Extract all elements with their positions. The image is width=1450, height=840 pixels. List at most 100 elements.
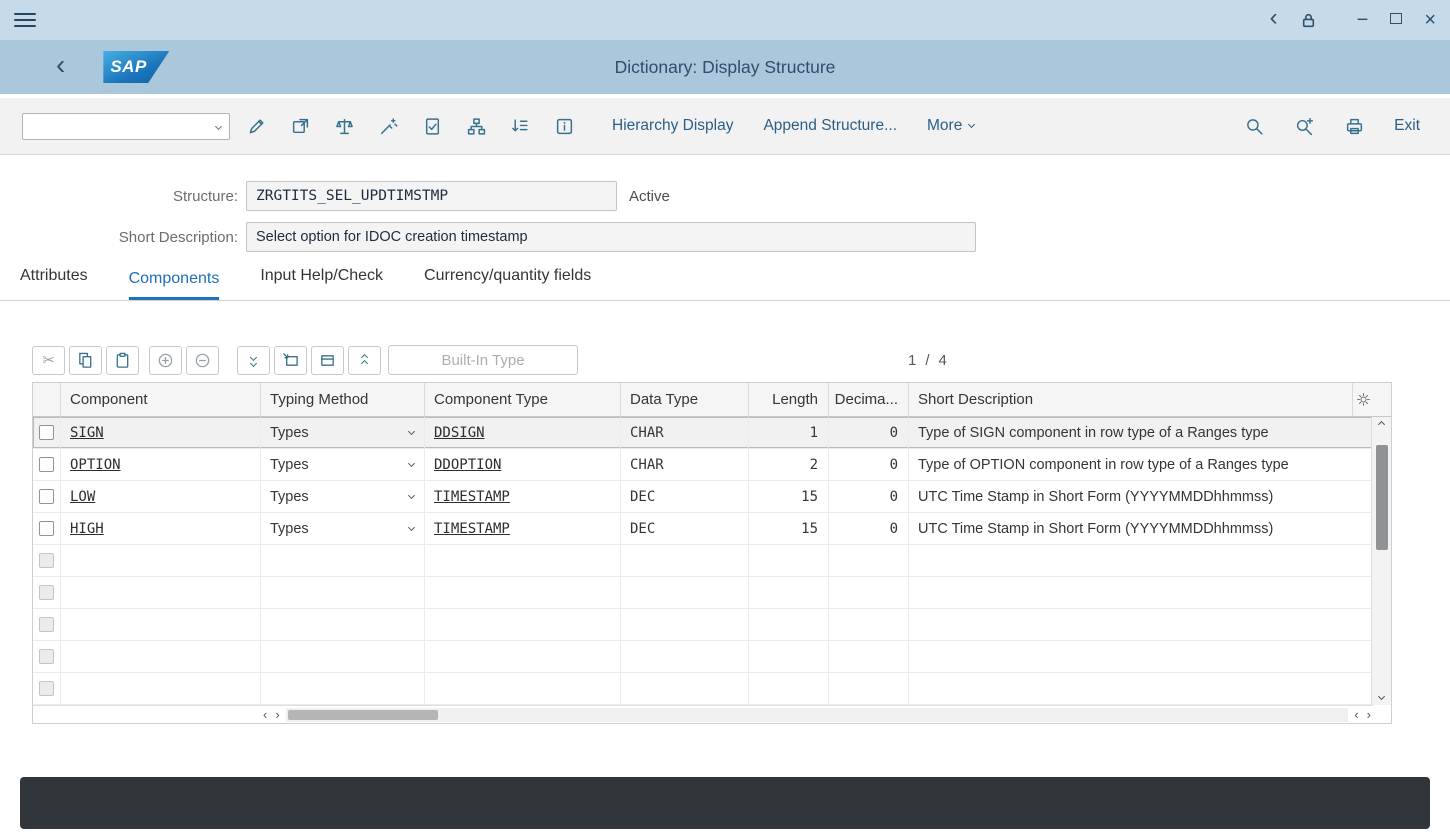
col-header-component-type[interactable]: Component Type	[425, 383, 621, 416]
paste-icon[interactable]	[106, 346, 139, 375]
maximize-icon[interactable]	[1390, 11, 1402, 29]
component-type-link[interactable]: DDOPTION	[434, 457, 501, 473]
cut-icon[interactable]: ✂	[32, 346, 65, 375]
component-link[interactable]: HIGH	[70, 521, 104, 537]
component-link[interactable]: OPTION	[70, 457, 121, 473]
short-description-cell: Type of SIGN component in row type of a …	[909, 417, 1373, 448]
scroll-up-icon[interactable]	[1378, 421, 1385, 428]
row-checkbox[interactable]	[39, 489, 54, 504]
data-type-cell: DEC	[621, 513, 749, 544]
activate-wand-icon[interactable]	[370, 110, 406, 142]
short-description-label: Short Description:	[20, 229, 238, 246]
col-header-component[interactable]: Component	[61, 383, 261, 416]
more-button[interactable]: More	[927, 117, 974, 135]
search-icon[interactable]	[1236, 110, 1272, 142]
scroll-down-icon[interactable]	[1378, 693, 1385, 700]
typing-method-select[interactable]: Types	[261, 449, 425, 480]
built-in-type-button[interactable]: Built-In Type	[388, 345, 578, 375]
row-checkbox[interactable]	[39, 521, 54, 536]
component-type-link[interactable]: TIMESTAMP	[434, 521, 510, 537]
row-checkbox[interactable]	[39, 457, 54, 472]
row-checkbox[interactable]	[39, 681, 54, 696]
typing-method-select[interactable]: Types	[261, 481, 425, 512]
col-header-typing-method[interactable]: Typing Method	[261, 383, 425, 416]
horizontal-scrollbar[interactable]: ‹ › ‹ ›	[33, 705, 1373, 723]
append-structure-button[interactable]: Append Structure...	[763, 117, 897, 135]
other-object-icon[interactable]	[282, 110, 318, 142]
scroll-left-icon[interactable]: ‹	[1354, 708, 1358, 721]
page-current[interactable]: 1	[908, 352, 916, 369]
scroll-right-icon[interactable]: ›	[1367, 708, 1371, 721]
col-header-decimals[interactable]: Decima...	[829, 383, 909, 416]
vertical-scrollbar[interactable]	[1371, 417, 1391, 705]
vscroll-thumb[interactable]	[1376, 445, 1388, 550]
typing-method-select[interactable]: Types	[261, 513, 425, 544]
component-link[interactable]: SIGN	[70, 425, 104, 441]
check-icon[interactable]	[414, 110, 450, 142]
short-description-cell: Type of OPTION component in row type of …	[909, 449, 1373, 480]
lock-icon[interactable]	[1300, 12, 1317, 29]
compare-icon[interactable]	[326, 110, 362, 142]
row-checkbox[interactable]	[39, 585, 54, 600]
minimize-icon[interactable]: −	[1357, 10, 1369, 30]
app-header: Dictionary: Display Structure ‹ SAP	[0, 40, 1450, 98]
row-checkbox[interactable]	[39, 553, 54, 568]
object-list-icon[interactable]	[502, 110, 538, 142]
typing-method-value: Types	[270, 521, 309, 537]
tab-attributes[interactable]: Attributes	[20, 267, 88, 300]
scroll-left-icon[interactable]: ‹	[263, 708, 267, 721]
tab-input-help-check[interactable]: Input Help/Check	[260, 267, 383, 300]
typing-method-value: Types	[270, 425, 309, 441]
scroll-right-icon[interactable]: ›	[275, 708, 279, 721]
page-total: 4	[939, 352, 947, 369]
tab-currency-quantity-fields[interactable]: Currency/quantity fields	[424, 267, 591, 300]
grid-settings-gear-icon[interactable]	[1353, 383, 1373, 416]
empty-row	[33, 673, 1373, 705]
sap-logo-text: SAP	[103, 57, 146, 77]
col-header-data-type[interactable]: Data Type	[621, 383, 749, 416]
col-header-short-description[interactable]: Short Description	[909, 383, 1353, 416]
component-type-link[interactable]: DDSIGN	[434, 425, 485, 441]
insert-element-icon[interactable]	[274, 346, 307, 375]
empty-row	[33, 545, 1373, 577]
delete-row-minus-icon[interactable]	[186, 346, 219, 375]
tab-components[interactable]: Components	[129, 270, 220, 300]
length-cell: 1	[749, 417, 829, 448]
more-label: More	[927, 117, 962, 135]
move-up-icon[interactable]	[348, 346, 381, 375]
typing-method-value: Types	[270, 457, 309, 473]
info-icon[interactable]	[546, 110, 582, 142]
grid-pagination: 1 / 4	[908, 352, 947, 369]
back-chevron-icon[interactable]: ‹	[1270, 6, 1278, 30]
row-checkbox[interactable]	[39, 425, 54, 440]
typing-method-select[interactable]: Types	[261, 417, 425, 448]
row-checkbox[interactable]	[39, 649, 54, 664]
print-icon[interactable]	[1336, 110, 1372, 142]
chevron-down-icon	[215, 122, 222, 129]
hscroll-thumb[interactable]	[288, 710, 438, 720]
row-checkbox[interactable]	[39, 617, 54, 632]
decimals-cell: 0	[829, 513, 909, 544]
copy-icon[interactable]	[69, 346, 102, 375]
chevron-down-icon	[408, 460, 415, 467]
short-description-field[interactable]: Select option for IDOC creation timestam…	[246, 222, 976, 252]
hierarchy-icon[interactable]	[458, 110, 494, 142]
col-header-length[interactable]: Length	[749, 383, 829, 416]
tab-strip: Attributes Components Input Help/Check C…	[0, 263, 1450, 301]
display-change-icon[interactable]	[238, 110, 274, 142]
structure-value: ZRGTITS_SEL_UPDTIMSTMP	[256, 188, 448, 204]
chevron-down-icon	[408, 492, 415, 499]
structure-field[interactable]: ZRGTITS_SEL_UPDTIMSTMP	[246, 181, 617, 211]
close-icon[interactable]: ×	[1424, 10, 1436, 30]
menu-icon[interactable]	[14, 13, 36, 28]
move-down-icon[interactable]	[237, 346, 270, 375]
command-field[interactable]	[22, 113, 230, 140]
component-type-link[interactable]: TIMESTAMP	[434, 489, 510, 505]
insert-row-plus-icon[interactable]	[149, 346, 182, 375]
hierarchy-display-button[interactable]: Hierarchy Display	[612, 117, 733, 135]
component-link[interactable]: LOW	[70, 489, 95, 505]
search-next-icon[interactable]	[1286, 110, 1322, 142]
empty-row	[33, 577, 1373, 609]
exit-button[interactable]: Exit	[1394, 117, 1420, 135]
select-block-icon[interactable]	[311, 346, 344, 375]
